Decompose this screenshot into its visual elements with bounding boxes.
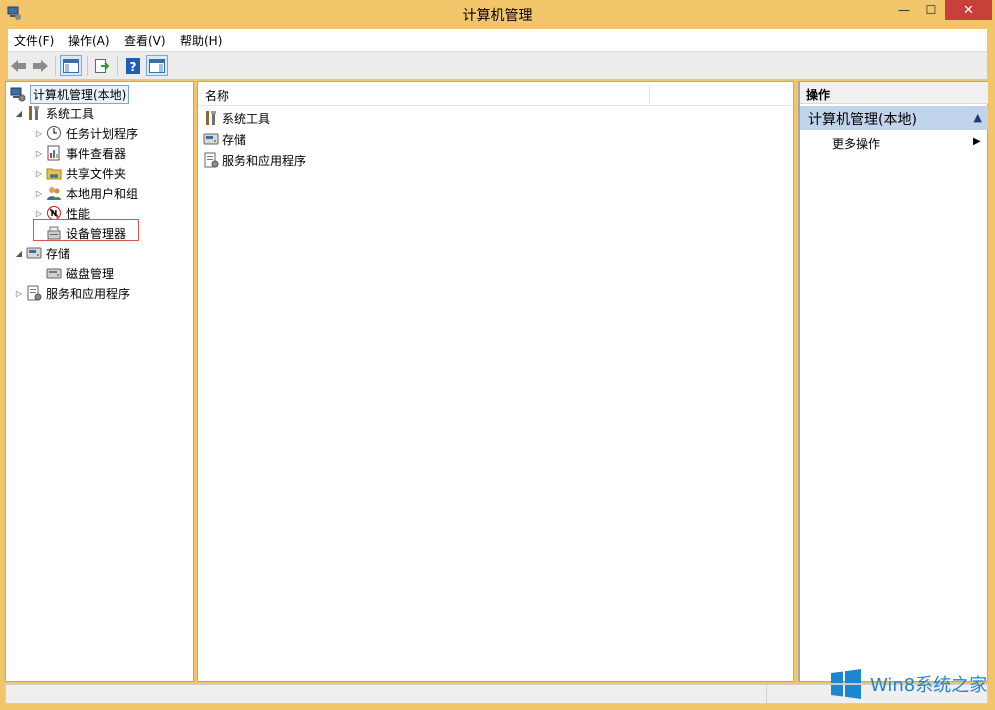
console-tree-icon [63,58,79,73]
tree-label-disk-management: 磁盘管理 [66,266,115,281]
tree-label-root: 计算机管理(本地) [30,84,130,104]
collapse-triangle-icon[interactable]: ◢ [14,249,24,258]
windows-logo-icon [830,668,862,700]
expand-triangle-icon[interactable]: ▷ [34,149,44,158]
minimize-button[interactable]: — [889,0,919,20]
tree-item-system-tools[interactable]: ◢ 系统工具 [14,103,94,123]
export-list-button[interactable] [91,55,113,76]
close-button[interactable]: ✕ [945,0,992,20]
action-section-computer-management[interactable]: 计算机管理(本地) ▲ [800,106,988,130]
tree-label-event-viewer: 事件查看器 [66,146,127,161]
action-pane[interactable]: 操作 计算机管理(本地) ▲ 更多操作 ▶ [798,81,988,682]
list-item-label: 存储 [222,132,247,147]
results-pane[interactable]: 名称 系统工具 存储 服务和应用程序 [197,81,794,682]
list-header: 名称 [198,82,793,106]
tree-item-task-scheduler[interactable]: ▷ 任务计划程序 [34,123,138,143]
tools-icon [203,110,219,126]
menu-action[interactable]: 操作(A) [68,32,110,49]
tree-item-storage[interactable]: ◢ 存储 [14,243,70,263]
expand-triangle-icon[interactable]: ▷ [34,169,44,178]
tree-label-local-users-groups: 本地用户和组 [66,186,139,201]
show-hide-action-pane-button[interactable] [146,55,168,76]
toolbar-separator [87,56,88,76]
collapse-section-icon[interactable]: ▲ [974,111,982,124]
export-icon [95,58,110,73]
tools-icon [26,105,42,121]
list-item-label: 服务和应用程序 [222,153,307,168]
list-item-services-apps[interactable]: 服务和应用程序 [203,150,306,170]
forward-button[interactable] [29,55,51,76]
action-section-label: 计算机管理(本地) [808,112,917,128]
more-actions-item[interactable]: 更多操作 [832,135,880,152]
menu-help[interactable]: 帮助(H) [180,32,222,49]
column-divider[interactable] [649,84,650,104]
device-manager-highlight [33,219,139,241]
forward-arrow-icon [33,59,48,72]
users-icon [46,185,62,201]
tree-item-disk-management[interactable]: 磁盘管理 [44,263,114,283]
services-icon [26,285,42,301]
services-icon [203,152,219,168]
help-button[interactable]: ? [122,55,144,76]
column-header-name[interactable]: 名称 [205,87,229,104]
back-button[interactable] [8,55,30,76]
window-title: 计算机管理 [462,8,533,24]
close-icon: ✕ [963,2,974,18]
expand-triangle-icon[interactable]: ▷ [14,289,24,298]
tree-item-local-users-groups[interactable]: ▷ 本地用户和组 [34,183,138,203]
minimize-icon: — [898,3,910,17]
toolbar-separator [117,56,118,76]
expand-triangle-icon[interactable]: ▷ [34,189,44,198]
submenu-arrow-icon[interactable]: ▶ [973,136,981,147]
menu-file[interactable]: 文件(F) [14,32,54,49]
shared-folder-icon [46,165,62,181]
maximize-button[interactable]: ☐ [917,0,945,20]
tree-label-storage: 存储 [46,246,71,261]
watermark-text: Win8系统之家 [870,675,988,696]
tree-label-services-apps: 服务和应用程序 [46,286,131,301]
storage-icon [26,245,42,261]
action-pane-header: 操作 [800,82,988,104]
show-hide-console-tree-button[interactable] [60,55,82,76]
menu-bar: 文件(F) 操作(A) 查看(V) 帮助(H) [8,29,987,51]
list-item-storage[interactable]: 存储 [203,129,246,149]
svg-text:N: N [51,209,58,218]
action-pane-icon [149,58,165,73]
maximize-icon: ☐ [925,3,937,17]
watermark: Win8系统之家 [830,668,987,700]
disk-icon [46,265,62,281]
console-tree-pane[interactable]: 计算机管理(本地) ◢ 系统工具 ▷ 任务计划程序 ▷ 事件查看器 ▷ 共享文件… [5,81,194,682]
storage-icon [203,131,219,147]
tree-label-system-tools: 系统工具 [46,106,95,121]
tree-label-shared-folders: 共享文件夹 [66,166,127,181]
expand-triangle-icon[interactable]: ▷ [34,209,44,218]
collapse-triangle-icon[interactable]: ◢ [14,109,24,118]
clock-icon [46,125,62,141]
computer-management-icon [10,86,26,102]
menu-view[interactable]: 查看(V) [124,32,166,49]
toolbar-separator [55,56,56,76]
help-icon: ? [126,57,140,74]
toolbar: ? [8,51,987,79]
svg-text:?: ? [130,60,137,74]
tree-item-root[interactable]: 计算机管理(本地) [8,84,130,104]
list-item-system-tools[interactable]: 系统工具 [203,108,270,128]
event-viewer-icon [46,145,62,161]
tree-item-shared-folders[interactable]: ▷ 共享文件夹 [34,163,126,183]
tree-item-event-viewer[interactable]: ▷ 事件查看器 [34,143,126,163]
list-item-label: 系统工具 [222,111,271,126]
status-divider [766,685,767,703]
tree-item-services-apps[interactable]: ▷ 服务和应用程序 [14,283,130,303]
back-arrow-icon [11,59,26,72]
expand-triangle-icon[interactable]: ▷ [34,129,44,138]
tree-label-task-scheduler: 任务计划程序 [66,126,139,141]
